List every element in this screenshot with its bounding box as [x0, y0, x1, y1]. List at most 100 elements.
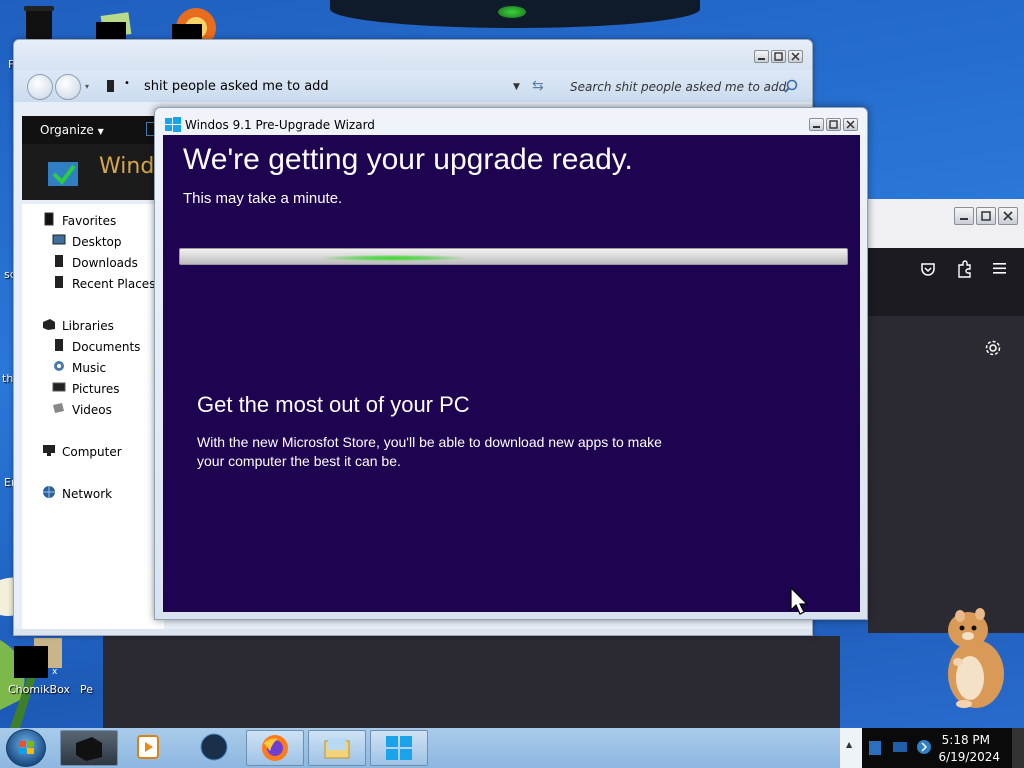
browser-titlebar	[868, 199, 1024, 248]
videos-icon	[52, 401, 66, 418]
wizard-subheading: This may take a minute.	[183, 190, 343, 207]
address-dropdown-icon[interactable]: ▼	[513, 82, 520, 92]
recent-places-icon	[52, 275, 66, 292]
nav-label: Libraries	[62, 318, 114, 333]
tray-volume-icon[interactable]	[916, 739, 932, 758]
recent-pages-dropdown-icon[interactable]: ▾	[85, 82, 89, 91]
organize-menu[interactable]: Organize ▼	[40, 123, 104, 137]
nav-label: Documents	[72, 339, 141, 354]
nav-label: Recent Places	[72, 276, 156, 291]
nav-computer[interactable]: Computer	[42, 443, 122, 460]
explorer-titlebar	[14, 40, 812, 70]
documents-icon	[52, 338, 66, 355]
breadcrumb-separator-icon[interactable]: •	[124, 78, 130, 89]
taskbar-media-player-button[interactable]	[136, 734, 160, 763]
upgrade-progress-bar	[179, 248, 848, 265]
menu-icon[interactable]	[992, 261, 1008, 278]
explorer-address-row: ▾ • shit people asked me to add ▼ ⇆ Sear…	[14, 70, 812, 102]
organize-label: Organize	[40, 123, 94, 137]
show-hidden-icons-button[interactable]: ▲	[840, 728, 862, 768]
search-icon[interactable]	[784, 79, 798, 96]
nav-label: Music	[72, 360, 107, 375]
nav-downloads[interactable]: Downloads	[52, 254, 138, 271]
desktop-label-fragment: th	[2, 372, 14, 385]
upgrade-wizard-window: Windos 9.1 Pre-Upgrade Wizard We're gett…	[154, 107, 868, 620]
media-app-icon[interactable]	[170, 6, 218, 48]
browser-caption-buttons	[954, 207, 1018, 225]
libraries-icon	[42, 317, 56, 334]
nav-videos[interactable]: Videos	[52, 401, 112, 418]
downloads-icon	[52, 254, 66, 271]
start-orb-button[interactable]	[6, 729, 46, 767]
taskbar-windows-button[interactable]	[370, 730, 428, 766]
desktop-green-glow	[498, 6, 526, 18]
back-button[interactable]	[27, 74, 53, 100]
wizard-title: Windos 9.1 Pre-Upgrade Wizard	[185, 118, 375, 132]
taskbar-firefox-button[interactable]	[246, 730, 304, 766]
minimize-button[interactable]	[809, 118, 824, 131]
nav-label: Computer	[62, 444, 122, 459]
maximize-button[interactable]	[771, 50, 786, 63]
pe-label: Pe	[80, 683, 94, 696]
nav-desktop[interactable]: Desktop	[52, 233, 122, 250]
minimize-button[interactable]	[754, 50, 769, 63]
explorer-status-strip	[14, 629, 812, 635]
close-button[interactable]	[998, 207, 1018, 225]
folder-stack-icon[interactable]	[92, 10, 138, 40]
taskbar-folder-explorer-button[interactable]	[308, 730, 366, 766]
tray-app-icon[interactable]	[868, 740, 882, 759]
minimize-button[interactable]	[954, 207, 974, 225]
forward-button[interactable]	[55, 74, 81, 100]
music-icon	[52, 359, 66, 376]
wizard-content: We're getting your upgrade ready. This m…	[163, 135, 860, 612]
taskbar: ▲ 5:18 PM 6/19/2024	[0, 728, 1024, 768]
section-body: With the new Microsfot Store, you'll be …	[197, 434, 662, 469]
extensions-icon[interactable]	[956, 260, 972, 281]
maximize-button[interactable]	[826, 118, 841, 131]
maximize-button[interactable]	[976, 207, 996, 225]
settings-gear-icon[interactable]	[984, 339, 1002, 360]
navigation-pane: Favorites Desktop Downloads Recent Place…	[22, 204, 164, 629]
nav-label: Downloads	[72, 255, 138, 270]
nav-music[interactable]: Music	[52, 359, 106, 376]
nav-libraries[interactable]: Libraries	[42, 317, 114, 334]
nav-pictures[interactable]: Pictures	[52, 380, 120, 397]
close-button[interactable]	[843, 118, 858, 131]
svg-text:x: x	[52, 667, 58, 677]
tray-network-icon[interactable]	[892, 740, 908, 757]
close-button[interactable]	[788, 50, 803, 63]
address-bar[interactable]: shit people asked me to add	[144, 79, 329, 94]
taskbar-globe-button[interactable]	[200, 733, 228, 764]
chomikbox-desktop-icon[interactable]: x	[14, 638, 62, 678]
progress-indicator	[323, 255, 463, 261]
taskbar-explorer-dark-button[interactable]	[60, 730, 118, 766]
hamster-desktop-pet[interactable]	[940, 604, 1010, 713]
mouse-cursor-icon	[790, 586, 810, 620]
explorer-command-bar: Organize ▼	[22, 116, 162, 144]
wizard-caption-buttons	[809, 118, 858, 131]
clock-date[interactable]: 6/19/2024	[938, 750, 1000, 764]
desktop-icon	[52, 233, 66, 250]
network-icon	[42, 485, 56, 502]
wizard-heading: We're getting your upgrade ready.	[183, 143, 633, 176]
pictures-icon	[52, 380, 66, 397]
explorer-header-banner: Windo	[22, 144, 168, 200]
chevron-down-icon: ▼	[97, 127, 104, 136]
pocket-icon[interactable]	[920, 261, 936, 280]
section-title: Get the most out of your PC	[197, 392, 470, 417]
nav-recent-places[interactable]: Recent Places	[52, 275, 155, 292]
recycle-bin-icon[interactable]	[20, 6, 58, 40]
nav-network[interactable]: Network	[42, 485, 112, 502]
show-desktop-button[interactable]	[1012, 728, 1024, 768]
chomikbox-label: ChomikBox	[8, 683, 70, 696]
folder-path-icon	[106, 79, 116, 96]
upgrade-app-icon	[46, 156, 80, 191]
nav-documents[interactable]: Documents	[52, 338, 140, 355]
browser-toolbar	[868, 248, 1024, 316]
nav-favorites[interactable]: Favorites	[42, 212, 116, 229]
nav-label: Videos	[72, 402, 112, 417]
clock-time[interactable]: 5:18 PM	[942, 733, 990, 747]
refresh-icon[interactable]: ⇆	[532, 78, 544, 94]
explorer-caption-buttons	[754, 50, 803, 63]
search-input[interactable]: Search shit people asked me to add	[570, 80, 786, 94]
